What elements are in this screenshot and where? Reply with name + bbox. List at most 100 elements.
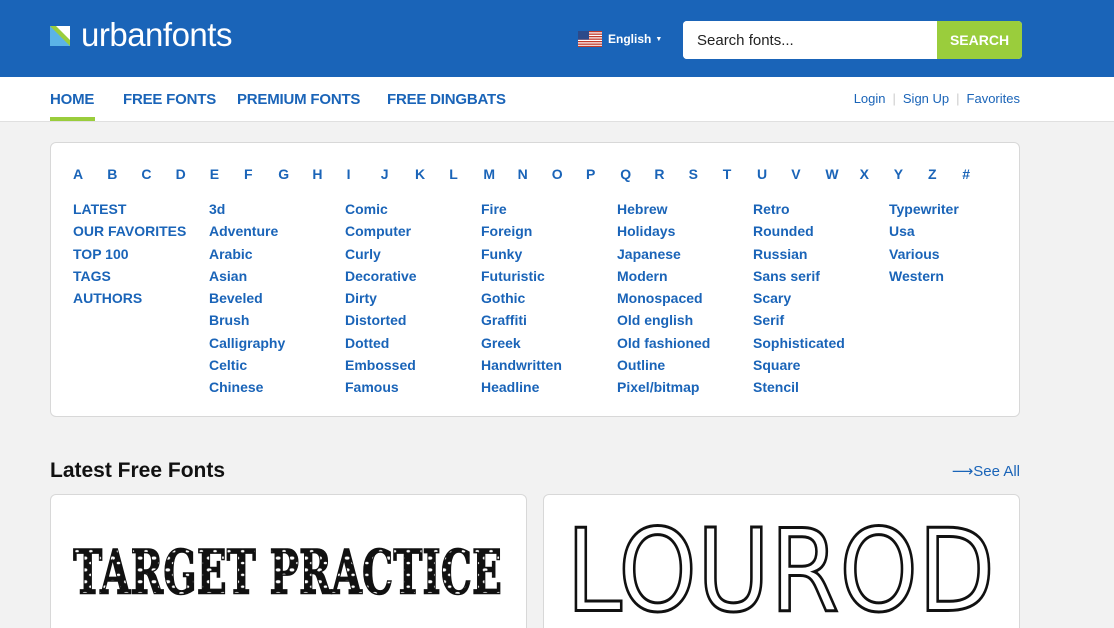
category-link-computer[interactable]: Computer <box>345 220 417 242</box>
category-link-monospaced[interactable]: Monospaced <box>617 287 710 309</box>
font-card[interactable]: TARGET PRACTICE <box>50 494 527 628</box>
category-link-curly[interactable]: Curly <box>345 243 417 265</box>
letter-link-w[interactable]: W <box>825 166 838 182</box>
category-link-decorative[interactable]: Decorative <box>345 265 417 287</box>
category-link-western[interactable]: Western <box>889 265 959 287</box>
letter-link-x[interactable]: X <box>860 166 869 182</box>
letter-link-n[interactable]: N <box>518 166 528 182</box>
letter-link-c[interactable]: C <box>141 166 151 182</box>
category-link-asian[interactable]: Asian <box>209 265 285 287</box>
category-link-celtic[interactable]: Celtic <box>209 354 285 376</box>
favorites-link[interactable]: Favorites <box>967 91 1020 106</box>
category-link-old-english[interactable]: Old english <box>617 309 710 331</box>
logo-mark-icon <box>50 23 73 46</box>
letter-link-r[interactable]: R <box>654 166 664 182</box>
category-link-sophisticated[interactable]: Sophisticated <box>753 332 845 354</box>
letter-link-a[interactable]: A <box>73 166 83 182</box>
category-link-retro[interactable]: Retro <box>753 198 845 220</box>
category-link-headline[interactable]: Headline <box>481 376 562 398</box>
category-link-dirty[interactable]: Dirty <box>345 287 417 309</box>
letter-link-o[interactable]: O <box>552 166 563 182</box>
nav-free-fonts[interactable]: FREE FONTS <box>123 91 216 108</box>
letter-link-b[interactable]: B <box>107 166 117 182</box>
letter-link-s[interactable]: S <box>689 166 698 182</box>
letter-link-y[interactable]: Y <box>894 166 903 182</box>
signup-link[interactable]: Sign Up <box>903 91 949 106</box>
category-link-greek[interactable]: Greek <box>481 332 562 354</box>
letter-link-k[interactable]: K <box>415 166 425 182</box>
category-link-brush[interactable]: Brush <box>209 309 285 331</box>
category-link-russian[interactable]: Russian <box>753 243 845 265</box>
category-link-sans-serif[interactable]: Sans serif <box>753 265 845 287</box>
category-link-3d[interactable]: 3d <box>209 198 285 220</box>
letter-link-m[interactable]: M <box>483 166 495 182</box>
letter-link-t[interactable]: T <box>723 166 732 182</box>
category-link-typewriter[interactable]: Typewriter <box>889 198 959 220</box>
category-column-2: 3d Adventure Arabic Asian Beveled Brush Callig… <box>209 198 285 399</box>
site-logo[interactable]: urbanfonts <box>50 18 232 51</box>
category-link-serif[interactable]: Serif <box>753 309 845 331</box>
category-link-comic[interactable]: Comic <box>345 198 417 220</box>
nav-free-dingbats[interactable]: FREE DINGBATS <box>387 91 506 108</box>
category-link-japanese[interactable]: Japanese <box>617 243 710 265</box>
category-link-scary[interactable]: Scary <box>753 287 845 309</box>
category-link-distorted[interactable]: Distorted <box>345 309 417 331</box>
category-link-dotted[interactable]: Dotted <box>345 332 417 354</box>
category-link-foreign[interactable]: Foreign <box>481 220 562 242</box>
category-link-arabic[interactable]: Arabic <box>209 243 285 265</box>
category-link-calligraphy[interactable]: Calligraphy <box>209 332 285 354</box>
category-link-hebrew[interactable]: Hebrew <box>617 198 710 220</box>
category-link-various[interactable]: Various <box>889 243 959 265</box>
category-link-gothic[interactable]: Gothic <box>481 287 562 309</box>
category-link-outline[interactable]: Outline <box>617 354 710 376</box>
category-link-stencil[interactable]: Stencil <box>753 376 845 398</box>
search-input[interactable] <box>683 21 937 59</box>
category-link-fire[interactable]: Fire <box>481 198 562 220</box>
letter-link-l[interactable]: L <box>449 166 458 182</box>
letter-link-z[interactable]: Z <box>928 166 937 182</box>
letter-link-g[interactable]: G <box>278 166 289 182</box>
category-link-latest[interactable]: LATEST <box>73 198 186 220</box>
font-card[interactable]: LOUROD <box>543 494 1020 628</box>
category-link-modern[interactable]: Modern <box>617 265 710 287</box>
category-link-usa[interactable]: Usa <box>889 220 959 242</box>
letter-link-hash[interactable]: # <box>962 166 970 182</box>
letter-link-f[interactable]: F <box>244 166 253 182</box>
category-link-tags[interactable]: TAGS <box>73 265 186 287</box>
category-link-embossed[interactable]: Embossed <box>345 354 417 376</box>
letter-link-e[interactable]: E <box>210 166 219 182</box>
category-link-holidays[interactable]: Holidays <box>617 220 710 242</box>
language-selector[interactable]: English ▼ <box>578 31 662 47</box>
us-flag-icon <box>578 31 602 47</box>
nav-premium-fonts[interactable]: PREMIUM FONTS <box>237 91 360 108</box>
category-link-funky[interactable]: Funky <box>481 243 562 265</box>
category-link-graffiti[interactable]: Graffiti <box>481 309 562 331</box>
letter-link-p[interactable]: P <box>586 166 595 182</box>
category-link-old-fashioned[interactable]: Old fashioned <box>617 332 710 354</box>
letter-link-u[interactable]: U <box>757 166 767 182</box>
category-link-top-100[interactable]: TOP 100 <box>73 243 186 265</box>
category-link-pixel-bitmap[interactable]: Pixel/bitmap <box>617 376 710 398</box>
category-link-our-favorites[interactable]: OUR FAVORITES <box>73 220 186 242</box>
category-link-adventure[interactable]: Adventure <box>209 220 285 242</box>
category-link-chinese[interactable]: Chinese <box>209 376 285 398</box>
letter-link-j[interactable]: J <box>381 166 389 182</box>
category-link-famous[interactable]: Famous <box>345 376 417 398</box>
category-link-authors[interactable]: AUTHORS <box>73 287 186 309</box>
letter-link-i[interactable]: I <box>347 166 351 182</box>
letter-link-v[interactable]: V <box>791 166 800 182</box>
nav-home[interactable]: HOME <box>50 91 94 108</box>
category-link-rounded[interactable]: Rounded <box>753 220 845 242</box>
letter-link-q[interactable]: Q <box>620 166 631 182</box>
see-all-label: See All <box>973 463 1020 480</box>
category-link-square[interactable]: Square <box>753 354 845 376</box>
letter-link-d[interactable]: D <box>176 166 186 182</box>
category-link-futuristic[interactable]: Futuristic <box>481 265 562 287</box>
category-column-7: Typewriter Usa Various Western <box>889 198 959 287</box>
login-link[interactable]: Login <box>854 91 886 106</box>
category-link-handwritten[interactable]: Handwritten <box>481 354 562 376</box>
see-all-link[interactable]: ⟶See All <box>952 462 1020 480</box>
letter-link-h[interactable]: H <box>312 166 322 182</box>
category-link-beveled[interactable]: Beveled <box>209 287 285 309</box>
search-button[interactable]: SEARCH <box>937 21 1022 59</box>
